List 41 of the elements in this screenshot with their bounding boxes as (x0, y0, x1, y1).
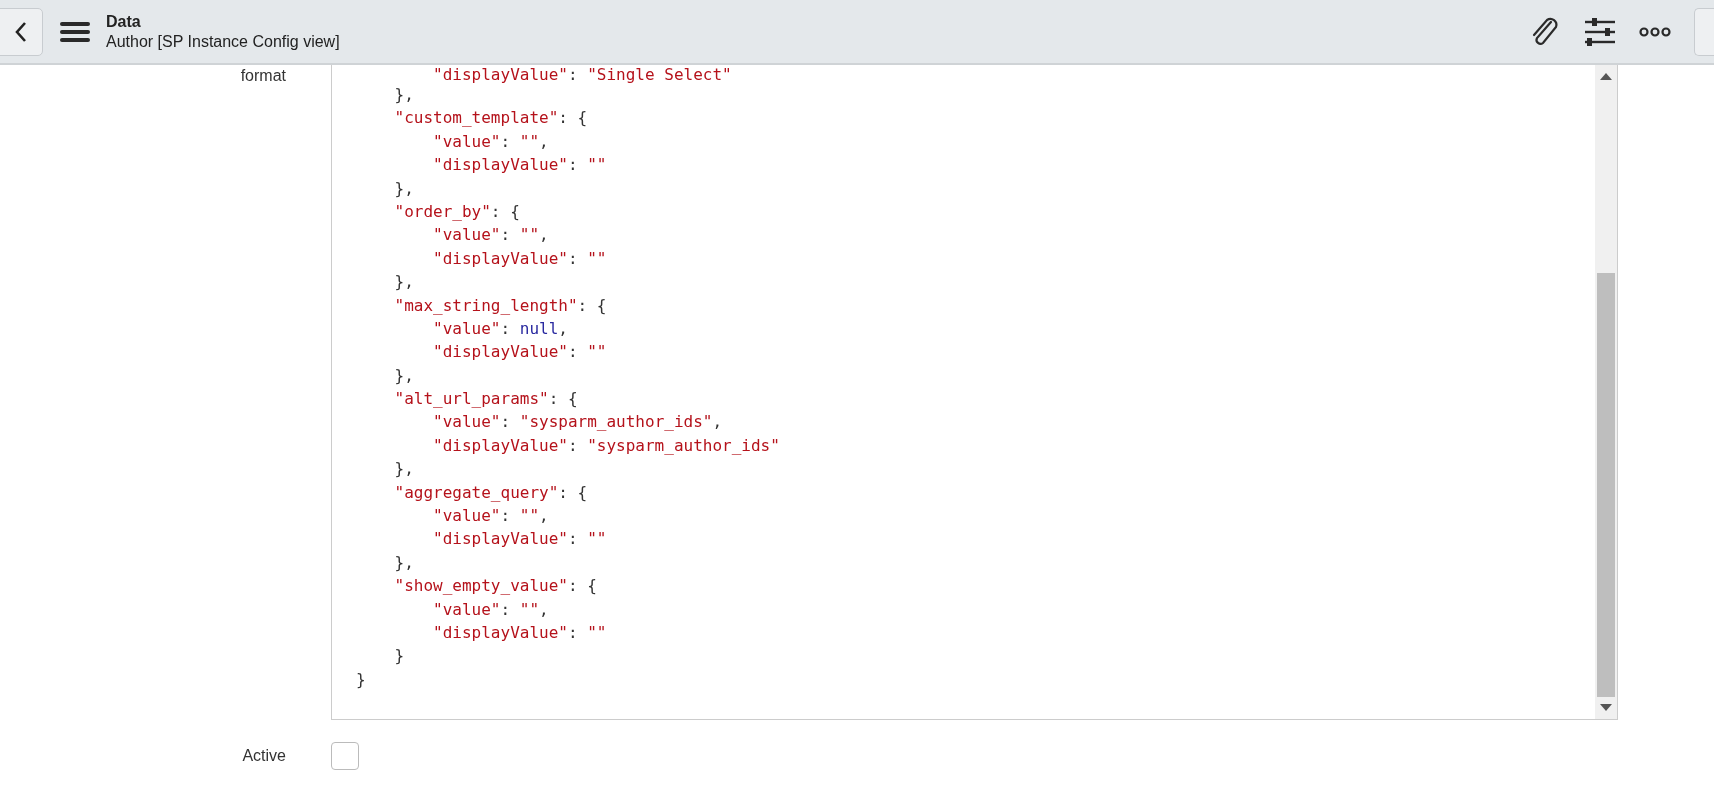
scrollbar-thumb[interactable] (1597, 273, 1615, 697)
chevron-left-icon (14, 20, 28, 43)
code-line: }, (393, 458, 415, 481)
code-line: "custom_template": { (393, 107, 589, 130)
code-line: "value": "", (432, 505, 550, 528)
code-line: "order_by": { (393, 200, 521, 223)
code-line: "displayValue": "" (432, 528, 608, 551)
code-line: "displayValue": "sysparm_author_ids" (432, 434, 781, 457)
code-line: "max_string_length": { (393, 294, 608, 317)
code-line: }, (393, 551, 415, 574)
checkbox[interactable] (331, 742, 359, 770)
code-line: }, (393, 84, 415, 106)
field-label: format (239, 66, 286, 86)
header-subtitle: Author [SP Instance Config view] (106, 32, 340, 51)
code-line: "displayValue": "" (432, 341, 608, 364)
code-line: "displayValue": "" (432, 154, 608, 177)
more-icon[interactable] (1639, 25, 1671, 38)
field-label: Active (241, 747, 286, 765)
code-line: "show_empty_value": { (393, 575, 598, 598)
code-line: "value": "sysparm_author_ids", (432, 411, 724, 434)
code-line: "aggregate_query": { (393, 481, 589, 504)
code-line: "displayValue": "" (432, 247, 608, 270)
code-line: }, (393, 271, 415, 294)
sliders-icon[interactable] (1584, 16, 1616, 47)
code-line: "alt_url_params": { (393, 388, 579, 411)
code-line: } (356, 668, 367, 691)
back-button[interactable] (0, 7, 43, 56)
menu-icon[interactable] (60, 20, 90, 43)
code-line: "displayValue": "" (432, 622, 608, 644)
code-line: "value": "", (432, 598, 550, 621)
code-line: }, (393, 177, 415, 200)
code-line: "value": null, (432, 317, 569, 340)
code-line: "value": "", (432, 224, 550, 247)
code-line: } (393, 645, 406, 668)
scrollbar[interactable] (1595, 65, 1617, 719)
header-title: Data (106, 12, 142, 31)
scroll-down-icon[interactable] (1600, 704, 1612, 712)
code-line: }, (393, 364, 415, 387)
code-line: "value": "", (432, 130, 550, 153)
code-line: "displayValue": "Single Select" (432, 67, 733, 83)
scroll-up-icon[interactable] (1600, 72, 1612, 80)
